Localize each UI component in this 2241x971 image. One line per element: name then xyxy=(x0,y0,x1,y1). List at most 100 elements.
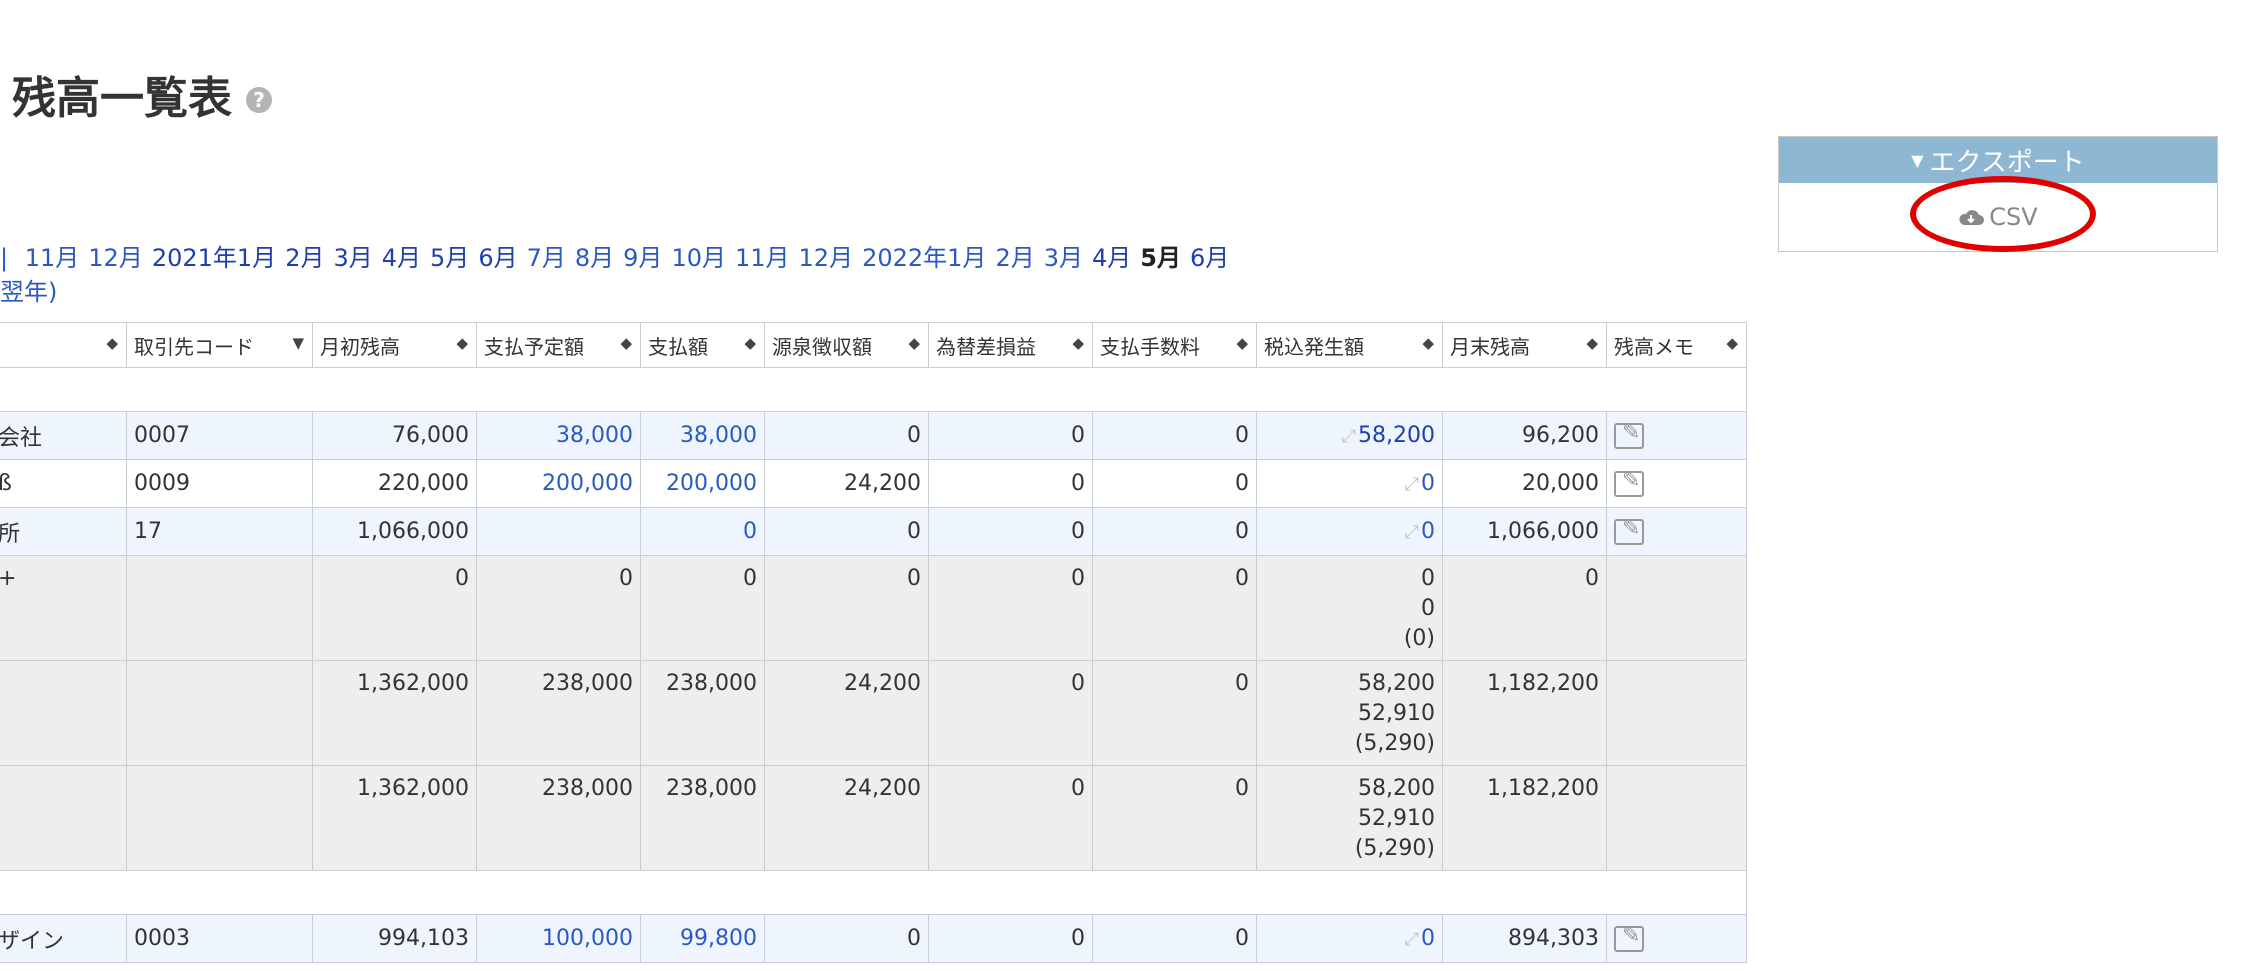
sort-icon[interactable]: ◆ xyxy=(1726,334,1738,352)
column-header-label: 為替差損益 xyxy=(936,334,1036,359)
tax-amount-link[interactable]: 0 xyxy=(1421,471,1435,496)
closing-balance: 894,303 xyxy=(1442,914,1607,963)
table-row[interactable]: 会社 0007 76,000 38,000 38,000 0 0 0 ⤢58,2… xyxy=(0,411,1747,460)
sort-icon[interactable]: ◆ xyxy=(1422,334,1434,352)
month-link[interactable]: 4月 xyxy=(382,244,421,272)
month-link[interactable]: 5月 xyxy=(430,244,469,272)
paid-amount-link[interactable]: 200,000 xyxy=(666,471,757,496)
payment-fee: 0 xyxy=(1092,411,1257,460)
export-toggle[interactable]: ▼ エクスポート xyxy=(1779,137,2217,183)
paid-amount-link[interactable]: 99,800 xyxy=(680,926,757,951)
edit-memo-icon[interactable] xyxy=(1614,468,1644,497)
month-link[interactable]: 11月 xyxy=(25,244,80,272)
csv-export-button[interactable]: CSV xyxy=(1910,176,2097,252)
subtotal-opening: 0 xyxy=(312,555,477,661)
total-opening: 1,362,000 xyxy=(312,660,477,766)
paid-amount-link[interactable]: 0 xyxy=(743,519,757,544)
month-link[interactable]: 5月 xyxy=(1140,244,1181,272)
payment-fee: 0 xyxy=(1092,507,1257,556)
help-circle-icon[interactable]: ? xyxy=(246,87,272,113)
planned-amount-link[interactable]: 200,000 xyxy=(542,471,633,496)
column-header-5[interactable]: 源泉徴収額 ◆ xyxy=(764,322,929,368)
month-link[interactable]: 2022年1月 xyxy=(862,244,986,272)
edit-memo-icon[interactable] xyxy=(1614,923,1644,952)
sort-icon[interactable]: ◆ xyxy=(456,334,468,352)
total-tax: 58,200 52,910 (5,290) xyxy=(1256,660,1443,766)
subtotal-label: + xyxy=(0,555,127,661)
planned-amount-link[interactable]: 38,000 xyxy=(556,423,633,448)
column-header-label: 支払予定額 xyxy=(484,334,584,359)
column-header-6[interactable]: 為替差損益 ◆ xyxy=(928,322,1093,368)
month-link[interactable]: 12月 xyxy=(88,244,143,272)
subtotal-tax: 0 0 (0) xyxy=(1256,555,1443,661)
tax-amount-link[interactable]: 58,200 xyxy=(1358,423,1435,448)
month-link[interactable]: 11月 xyxy=(735,244,790,272)
table-row[interactable]: ザイン 0003 994,103 100,000 99,800 0 0 0 ⤢0… xyxy=(0,914,1747,963)
sort-icon[interactable]: ◆ xyxy=(1072,334,1084,352)
column-header-9[interactable]: 月末残高 ◆ xyxy=(1442,322,1607,368)
fx-gain-loss: 0 xyxy=(928,507,1093,556)
column-header-1[interactable]: 取引先コード ▼ xyxy=(126,322,313,368)
planned-amount-link[interactable]: 100,000 xyxy=(542,926,633,951)
column-header-7[interactable]: 支払手数料 ◆ xyxy=(1092,322,1257,368)
tax-amount-link[interactable]: 0 xyxy=(1421,519,1435,544)
table-row[interactable]: ß 0009 220,000 200,000 200,000 24,200 0 … xyxy=(0,459,1747,508)
caret-down-icon: ▼ xyxy=(1911,150,1924,170)
table-spacer-row xyxy=(0,367,1747,412)
column-header-10[interactable]: 残高メモ ◆ xyxy=(1606,322,1747,368)
opening-balance: 76,000 xyxy=(312,411,477,460)
sort-icon[interactable]: ◆ xyxy=(1236,334,1248,352)
opening-balance: 994,103 xyxy=(312,914,477,963)
column-header-8[interactable]: 税込発生額 ◆ xyxy=(1256,322,1443,368)
grand-total-fx: 0 xyxy=(928,765,1093,871)
month-link[interactable]: 2月 xyxy=(285,244,324,272)
partner-name: 所 xyxy=(0,507,127,556)
subtotal-fee: 0 xyxy=(1092,555,1257,661)
month-link[interactable]: 2021年1月 xyxy=(152,244,276,272)
resize-arrow-icon: ⤢ xyxy=(1341,426,1357,447)
table-spacer-row xyxy=(0,870,1747,915)
sort-icon[interactable]: ◆ xyxy=(1586,334,1598,352)
total-tax-line: 58,200 xyxy=(1358,671,1435,696)
month-link[interactable]: 6月 xyxy=(478,244,517,272)
column-header-0[interactable]: ◆ xyxy=(0,322,127,368)
month-link[interactable]: 3月 xyxy=(333,244,372,272)
month-link[interactable]: 8月 xyxy=(575,244,614,272)
month-link[interactable]: 12月 xyxy=(799,244,854,272)
tax-amount-link[interactable]: 0 xyxy=(1421,926,1435,951)
subtotal-row: + 0 0 0 0 0 0 0 0 (0) 0 xyxy=(0,555,1747,661)
table-header-row: ◆ 取引先コード ▼ 月初残高 ◆ 支払予定額 ◆ 支払額 ◆ 源泉徴収額 ◆ 為替差損益 ◆ 支払手数料… xyxy=(0,322,1747,368)
withholding-amount: 0 xyxy=(764,507,929,556)
month-link[interactable]: 3月 xyxy=(1044,244,1083,272)
sort-icon[interactable]: ◆ xyxy=(908,334,920,352)
subtotal-fx: 0 xyxy=(928,555,1093,661)
partner-name: ß xyxy=(0,459,127,508)
fx-gain-loss: 0 xyxy=(928,459,1093,508)
column-header-label: 支払手数料 xyxy=(1100,334,1200,359)
month-link[interactable]: 10月 xyxy=(671,244,726,272)
month-link[interactable]: 6月 xyxy=(1190,244,1229,272)
column-header-2[interactable]: 月初残高 ◆ xyxy=(312,322,477,368)
column-header-label: 支払額 xyxy=(648,334,708,359)
sort-icon[interactable]: ◆ xyxy=(744,334,756,352)
sort-icon[interactable]: ◆ xyxy=(620,334,632,352)
column-header-3[interactable]: 支払予定額 ◆ xyxy=(476,322,641,368)
month-link[interactable]: 7月 xyxy=(527,244,566,272)
edit-memo-icon[interactable] xyxy=(1614,420,1644,449)
edit-memo-icon[interactable] xyxy=(1614,516,1644,545)
month-link[interactable]: 2月 xyxy=(995,244,1034,272)
grand-total-closing: 1,182,200 xyxy=(1442,765,1607,871)
month-link[interactable]: 9月 xyxy=(623,244,662,272)
csv-label: CSV xyxy=(1989,203,2038,231)
sort-icon[interactable]: ◆ xyxy=(106,334,118,352)
subtotal-tax-line: (0) xyxy=(1403,626,1435,651)
closing-balance: 20,000 xyxy=(1442,459,1607,508)
table-row[interactable]: 所 17 1,066,000 0 0 0 0 ⤢0 1,066,000 xyxy=(0,507,1747,556)
paid-amount-link[interactable]: 38,000 xyxy=(680,423,757,448)
month-link[interactable]: 4月 xyxy=(1092,244,1131,272)
partner-name: 会社 xyxy=(0,411,127,460)
withholding-amount: 24,200 xyxy=(764,459,929,508)
sort-desc-icon[interactable]: ▼ xyxy=(292,334,304,352)
partner-code: 0009 xyxy=(126,459,313,508)
column-header-4[interactable]: 支払額 ◆ xyxy=(640,322,765,368)
